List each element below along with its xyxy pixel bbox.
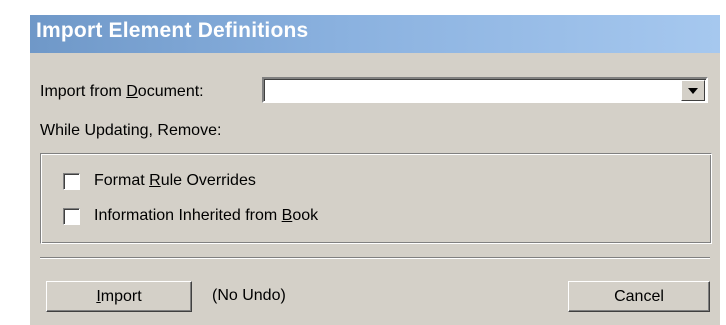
dialog-title: Import Element Definitions	[36, 19, 309, 42]
option-text: Format	[94, 172, 150, 189]
dropdown-field	[264, 79, 706, 101]
label-text-rest: ocument:	[137, 83, 204, 100]
information-inherited-from-book-checkbox[interactable]	[63, 207, 80, 225]
chevron-down-icon	[688, 87, 698, 94]
import-from-document-dropdown[interactable]	[262, 77, 708, 103]
cancel-button[interactable]: Cancel	[568, 281, 710, 312]
import-button[interactable]: Import	[46, 281, 192, 312]
option-mnemonic: R	[149, 172, 161, 189]
dropdown-button[interactable]	[681, 80, 705, 101]
label-mnemonic: D	[126, 83, 138, 100]
title-bar: Import Element Definitions	[30, 15, 720, 53]
format-rule-overrides-checkbox[interactable]	[63, 172, 80, 190]
information-inherited-from-book-option[interactable]: Information Inherited from Book	[63, 205, 318, 227]
label-text: Import from	[40, 83, 127, 100]
separator	[40, 257, 710, 259]
information-inherited-from-book-label: Information Inherited from Book	[94, 207, 318, 225]
option-mnemonic: B	[281, 207, 293, 224]
no-undo-note: (No Undo)	[212, 287, 286, 304]
option-text: Information Inherited from	[94, 207, 282, 224]
while-updating-remove-label: While Updating, Remove:	[40, 122, 222, 139]
option-text-rest: ule Overrides	[160, 172, 256, 189]
option-text-rest: ook	[292, 207, 319, 224]
import-label: mport	[100, 287, 142, 305]
import-from-document-label: Import from Document:	[40, 83, 204, 101]
format-rule-overrides-label: Format Rule Overrides	[94, 172, 256, 190]
import-element-definitions-dialog: Import Element Definitions Import from D…	[28, 13, 720, 325]
remove-options-group: Format Rule Overrides Information Inheri…	[40, 153, 712, 244]
format-rule-overrides-option[interactable]: Format Rule Overrides	[63, 170, 256, 192]
